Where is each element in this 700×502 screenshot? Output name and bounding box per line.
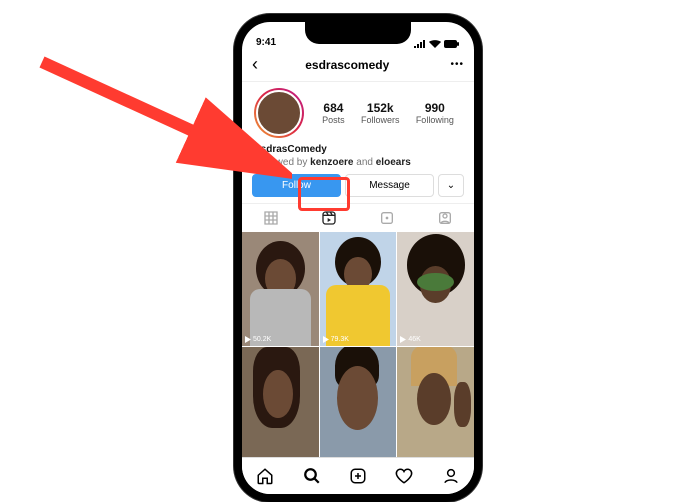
profile-username: esdrascomedy (244, 58, 450, 72)
display-name: EsdrasComedy (254, 144, 462, 155)
tab-grid[interactable] (242, 204, 300, 232)
suggest-chevron-button[interactable]: ⌄ (438, 174, 464, 197)
tab-reels[interactable] (300, 204, 358, 232)
battery-icon (444, 40, 460, 48)
stat-followers[interactable]: 152kFollowers (361, 101, 400, 125)
status-icons (414, 40, 460, 48)
follow-button[interactable]: Follow (252, 174, 341, 197)
reel-item[interactable]: 46K (397, 232, 474, 346)
avatar[interactable] (254, 88, 304, 138)
search-icon[interactable] (303, 467, 321, 485)
profile-icon[interactable] (442, 467, 460, 485)
bottom-nav (242, 457, 474, 494)
profile-row: 684Posts 152kFollowers 990Following (242, 82, 474, 144)
play-icon (400, 336, 406, 343)
reels-grid: 50.2K 79.3K 46K (242, 232, 474, 462)
reel-item[interactable] (397, 347, 474, 461)
grid-icon (263, 210, 279, 226)
profile-header: ‹ esdrascomedy ••• (242, 48, 474, 82)
activity-icon[interactable] (395, 467, 413, 485)
tab-tagged[interactable] (416, 204, 474, 232)
status-time: 9:41 (256, 37, 276, 48)
stat-posts[interactable]: 684Posts (322, 101, 345, 125)
reels-icon (321, 210, 337, 226)
stat-following[interactable]: 990Following (416, 101, 454, 125)
wifi-icon (429, 40, 441, 48)
reel-item[interactable]: 79.3K (320, 232, 397, 346)
profile-bio: EsdrasComedy Followed by kenzoere and el… (242, 144, 474, 168)
tab-guides[interactable] (358, 204, 416, 232)
play-icon (245, 336, 251, 343)
screen: 9:41 ‹ esdrascomedy ••• 684Posts 152kFol… (242, 22, 474, 494)
more-icon[interactable]: ••• (450, 59, 464, 70)
reel-item[interactable] (320, 347, 397, 461)
profile-stats: 684Posts 152kFollowers 990Following (314, 101, 462, 125)
play-icon (323, 336, 329, 343)
tagged-icon (437, 210, 453, 226)
phone-notch (305, 22, 411, 44)
new-post-icon[interactable] (349, 467, 367, 485)
reel-item[interactable] (242, 347, 319, 461)
followed-by: Followed by kenzoere and eloears (254, 157, 462, 168)
phone-frame: 9:41 ‹ esdrascomedy ••• 684Posts 152kFol… (234, 14, 482, 502)
guide-icon (379, 210, 395, 226)
reel-item[interactable]: 50.2K (242, 232, 319, 346)
action-buttons: Follow Message ⌄ (242, 168, 474, 203)
profile-tabs (242, 203, 474, 232)
signal-icon (414, 40, 426, 48)
home-icon[interactable] (256, 467, 274, 485)
message-button[interactable]: Message (345, 174, 434, 197)
